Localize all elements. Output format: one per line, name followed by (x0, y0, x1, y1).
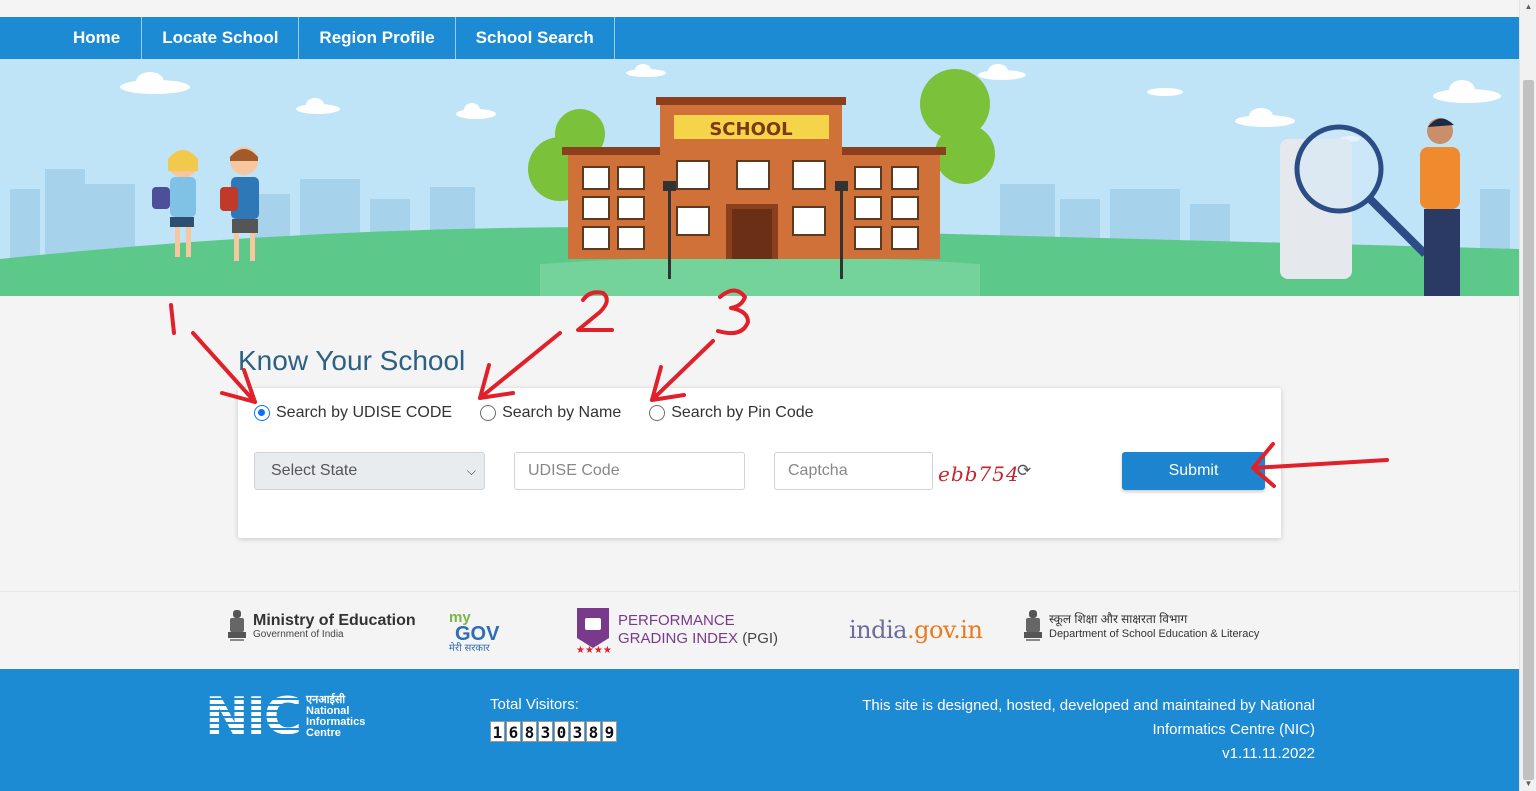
main-nav: Home Locate School Region Profile School… (0, 17, 1519, 59)
dsel-hindi: स्कूल शिक्षा और साक्षरता विभाग (1049, 611, 1188, 626)
radio-button-name[interactable] (480, 405, 497, 421)
page-scrollbar[interactable]: ▲ ▼ (1519, 0, 1536, 791)
top-strip (0, 0, 1519, 17)
moe-subtitle: Government of India (253, 628, 344, 640)
svg-text:SCHOOL: SCHOOL (709, 119, 792, 140)
emblem-icon (228, 610, 246, 641)
partner-logos-strip: Ministry of Education Government of Indi… (0, 591, 1519, 669)
dsel-english: Department of School Education & Literac… (1049, 627, 1260, 640)
radio-label-udise: Search by UDISE CODE (276, 404, 453, 421)
state-select[interactable]: Select State ⌵ (254, 452, 485, 490)
annotation-number-1-stroke (169, 303, 176, 335)
radio-label-pincode: Search by Pin Code (671, 404, 814, 421)
nic-line3: Centre (306, 727, 341, 739)
logo-mygov[interactable]: my GOV मेरी सरकार (449, 610, 499, 654)
logo-pgi[interactable]: ★★★★★ PERFORMANCE GRADING INDEX (PGI) (574, 606, 778, 654)
mygov-gov: GOV (455, 623, 500, 645)
version-label: v1.11.11.2022 (1222, 745, 1315, 762)
captcha-image-text: ebb754 (938, 462, 1020, 486)
nic-logo-mark: NIC (205, 687, 302, 747)
annotation-number-3-stroke (716, 288, 750, 336)
submit-button[interactable]: Submit (1122, 452, 1265, 490)
page: Home Locate School Region Profile School… (0, 0, 1536, 791)
visitor-digit: 8 (586, 721, 601, 742)
footer: NIC एनआईसी National Informatics Centre T… (0, 669, 1519, 791)
nav-school-search[interactable]: School Search (456, 17, 615, 59)
mygov-hindi: मेरी सरकार (449, 643, 490, 654)
scroll-up-icon[interactable]: ▲ (1520, 0, 1536, 14)
page-title: Know Your School (238, 345, 466, 376)
emblem-icon (1024, 610, 1042, 641)
pgi-line1: PERFORMANCE (618, 612, 735, 629)
state-select-value: Select State (271, 462, 358, 479)
nav-region-profile[interactable]: Region Profile (299, 17, 456, 59)
pgi-line2: GRADING INDEX (618, 630, 739, 647)
pgi-badge-icon: ★★★★★ (576, 608, 612, 654)
banner-illustration: SCHOOL (0, 59, 1519, 296)
scrollbar-thumb[interactable] (1523, 80, 1534, 780)
nic-logo[interactable]: NIC एनआईसी National Informatics Centre (205, 687, 365, 747)
visitor-digit: 0 (554, 721, 569, 742)
udise-code-input[interactable]: UDISE Code (514, 452, 745, 490)
visitor-digit: 9 (602, 721, 617, 742)
annotation-number-2-stroke (576, 290, 614, 332)
hero-banner: SCHOOL (0, 59, 1519, 296)
credit-line1: This site is designed, hosted, developed… (862, 697, 1315, 714)
nav-home[interactable]: Home (52, 17, 143, 59)
site-credit: This site is designed, hosted, developed… (815, 694, 1315, 766)
visitor-digit: 6 (506, 721, 521, 742)
chevron-down-icon: ⌵ (466, 464, 476, 478)
visitor-counter: 1 6 8 3 0 3 8 9 (490, 721, 618, 742)
radio-search-by-udise[interactable]: Search by UDISE CODE (254, 404, 452, 422)
india-gov-suffix: .gov.in (906, 616, 983, 644)
logo-india-gov-in[interactable]: india .gov.in (849, 616, 983, 644)
radio-button-pincode[interactable] (649, 405, 666, 421)
svg-text:★★★★★: ★★★★★ (576, 645, 612, 654)
logo-dsel[interactable]: स्कूल शिक्षा और साक्षरता विभाग Departmen… (1022, 608, 1259, 644)
nav-locate-school[interactable]: Locate School (142, 17, 300, 59)
visitor-digit: 3 (538, 721, 553, 742)
radio-search-by-name[interactable]: Search by Name (480, 404, 621, 422)
credit-line2: Informatics Centre (NIC) (1152, 721, 1315, 738)
radio-label-name: Search by Name (502, 404, 622, 421)
visitor-digit: 8 (522, 721, 537, 742)
pgi-abbr: (PGI) (742, 630, 779, 647)
visitors-label: Total Visitors: (490, 696, 579, 713)
moe-title: Ministry of Education (253, 611, 416, 629)
search-card: Search by UDISE CODE Search by Name Sear… (238, 388, 1281, 538)
india-gov-prefix: india (849, 616, 907, 644)
radio-button-udise[interactable] (254, 405, 270, 421)
visitor-digit: 1 (490, 721, 505, 742)
radio-search-by-pincode[interactable]: Search by Pin Code (649, 404, 814, 422)
logo-ministry-of-education[interactable]: Ministry of Education Government of Indi… (226, 608, 416, 644)
visitor-digit: 3 (570, 721, 585, 742)
search-type-radio-group: Search by UDISE CODE Search by Name Sear… (254, 404, 842, 422)
captcha-input[interactable]: Captcha (774, 452, 933, 490)
scroll-down-icon[interactable]: ▼ (1520, 777, 1536, 791)
refresh-icon[interactable]: ⟳ (1017, 461, 1031, 481)
